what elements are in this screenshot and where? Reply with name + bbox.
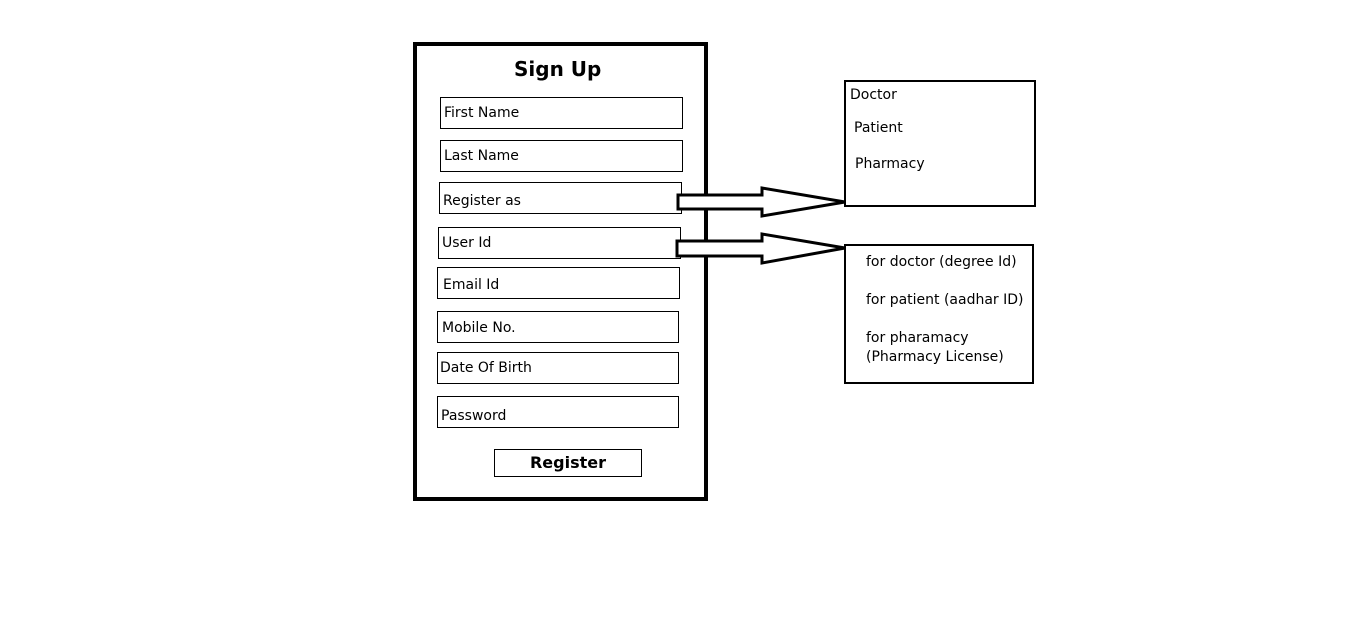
connector-arrows: [675, 186, 846, 265]
register-as-arrow: [676, 186, 846, 218]
user-id-arrow: [675, 232, 846, 265]
